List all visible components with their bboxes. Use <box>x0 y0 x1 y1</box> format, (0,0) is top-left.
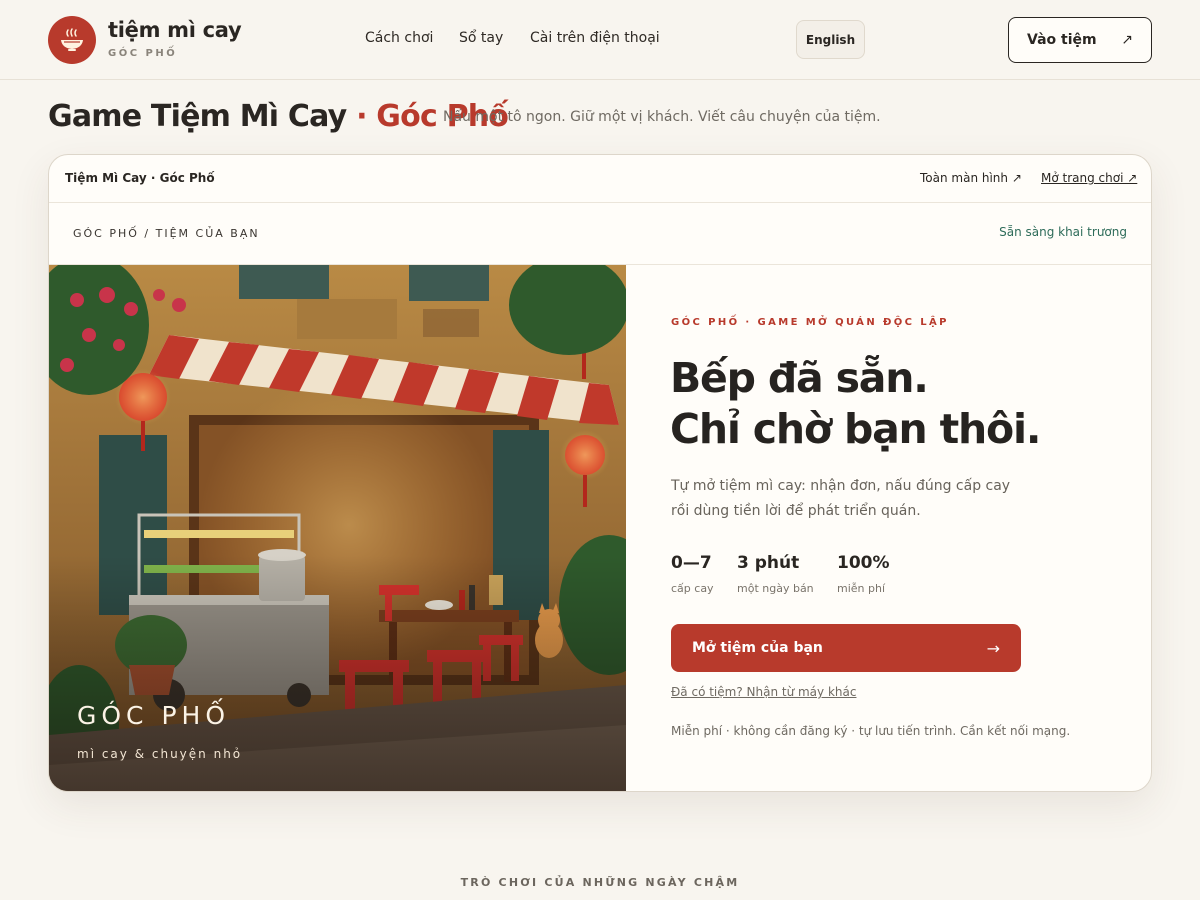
nav-link-how-to-play[interactable]: Cách chơi <box>365 30 433 46</box>
arrow-right-icon: → <box>986 638 1000 658</box>
open-shop-label: Mở tiệm của bạn <box>692 640 823 656</box>
intro-kicker: GÓC PHỐ · GAME MỞ QUÁN ĐỘC LẬP <box>671 317 949 328</box>
stat-label-spice-levels: cấp cay <box>671 582 714 595</box>
section-kicker: TRÒ CHƠI CỦA NHỮNG NGÀY CHẬM <box>460 876 740 889</box>
brand-logo[interactable] <box>48 16 96 64</box>
noodle-bowl-icon <box>61 28 83 51</box>
card-title: Tiệm Mì Cay · Góc Phố <box>65 171 215 185</box>
stat-label-day-length: một ngày bán <box>737 582 814 595</box>
page-tagline: Nấu một tô ngon. Giữ một vị khách. Viết … <box>443 109 881 125</box>
brand-subtitle: GÓC PHỐ <box>108 48 178 59</box>
nav-link-install-on-phone[interactable]: Cài trên điện thoại <box>530 30 660 46</box>
intro-description: Tự mở tiệm mì cay: nhận đơn, nấu đúng cấ… <box>671 478 1011 519</box>
game-embed-card: Tiệm Mì Cay · Góc Phố Toàn màn hình ↗ Mở… <box>48 154 1152 792</box>
stat-label-free: miễn phí <box>837 582 886 595</box>
restore-from-other-device-link[interactable]: Đã có tiệm? Nhận từ máy khác <box>671 685 856 699</box>
headline-line-2: Chỉ chờ bạn thôi. <box>670 405 1041 453</box>
intro-panel: GÓC PHỐ · GAME MỞ QUÁN ĐỘC LẬP Bếp đã sẵ… <box>626 265 1151 791</box>
breadcrumb: GÓC PHỐ / TIỆM CỦA BẠN <box>73 227 260 240</box>
status-text: Sẵn sàng khai trương <box>999 225 1127 239</box>
intro-headline: Bếp đã sẵn. Chỉ chờ bạn thôi. <box>670 353 1041 455</box>
top-navigation-bar: tiệm mì cay GÓC PHỐ Cách chơi Sổ tay Cài… <box>0 0 1200 80</box>
language-switch-button[interactable]: English <box>796 20 865 59</box>
enter-shop-label: Vào tiệm <box>1027 32 1097 48</box>
open-game-page-link[interactable]: Mở trang chơi ↗ <box>1041 171 1137 185</box>
shop-scene-illustration: GÓC PHỐ mì cay & chuyện nhỏ <box>49 265 626 791</box>
game-header-row: GÓC PHỐ / TIỆM CỦA BẠN Sẵn sàng khai trư… <box>49 203 1151 265</box>
arrow-up-right-icon: ↗ <box>1121 32 1133 48</box>
scene-subtitle: mì cay & chuyện nhỏ <box>77 747 243 761</box>
intro-footnote: Miễn phí · không cần đăng ký · tự lưu ti… <box>671 724 1071 738</box>
brand-name[interactable]: tiệm mì cay <box>108 18 242 42</box>
page-title: Game Tiệm Mì Cay · Góc Phố <box>48 99 509 134</box>
stat-value-spice-levels: 0—7 <box>671 553 712 573</box>
headline-line-1: Bếp đã sẵn. <box>670 354 929 402</box>
stat-value-free: 100% <box>837 553 890 573</box>
page-title-main: Game Tiệm Mì Cay <box>48 99 347 134</box>
fullscreen-link[interactable]: Toàn màn hình ↗ <box>920 171 1022 185</box>
scene-title: GÓC PHỐ <box>77 701 231 730</box>
card-title-bar: Tiệm Mì Cay · Góc Phố Toàn màn hình ↗ Mở… <box>49 155 1151 203</box>
open-shop-button[interactable]: Mở tiệm của bạn → <box>671 624 1021 672</box>
enter-shop-button[interactable]: Vào tiệm ↗ <box>1008 17 1152 63</box>
nav-link-notebook[interactable]: Sổ tay <box>459 30 503 46</box>
stat-value-day-length: 3 phút <box>737 553 800 573</box>
